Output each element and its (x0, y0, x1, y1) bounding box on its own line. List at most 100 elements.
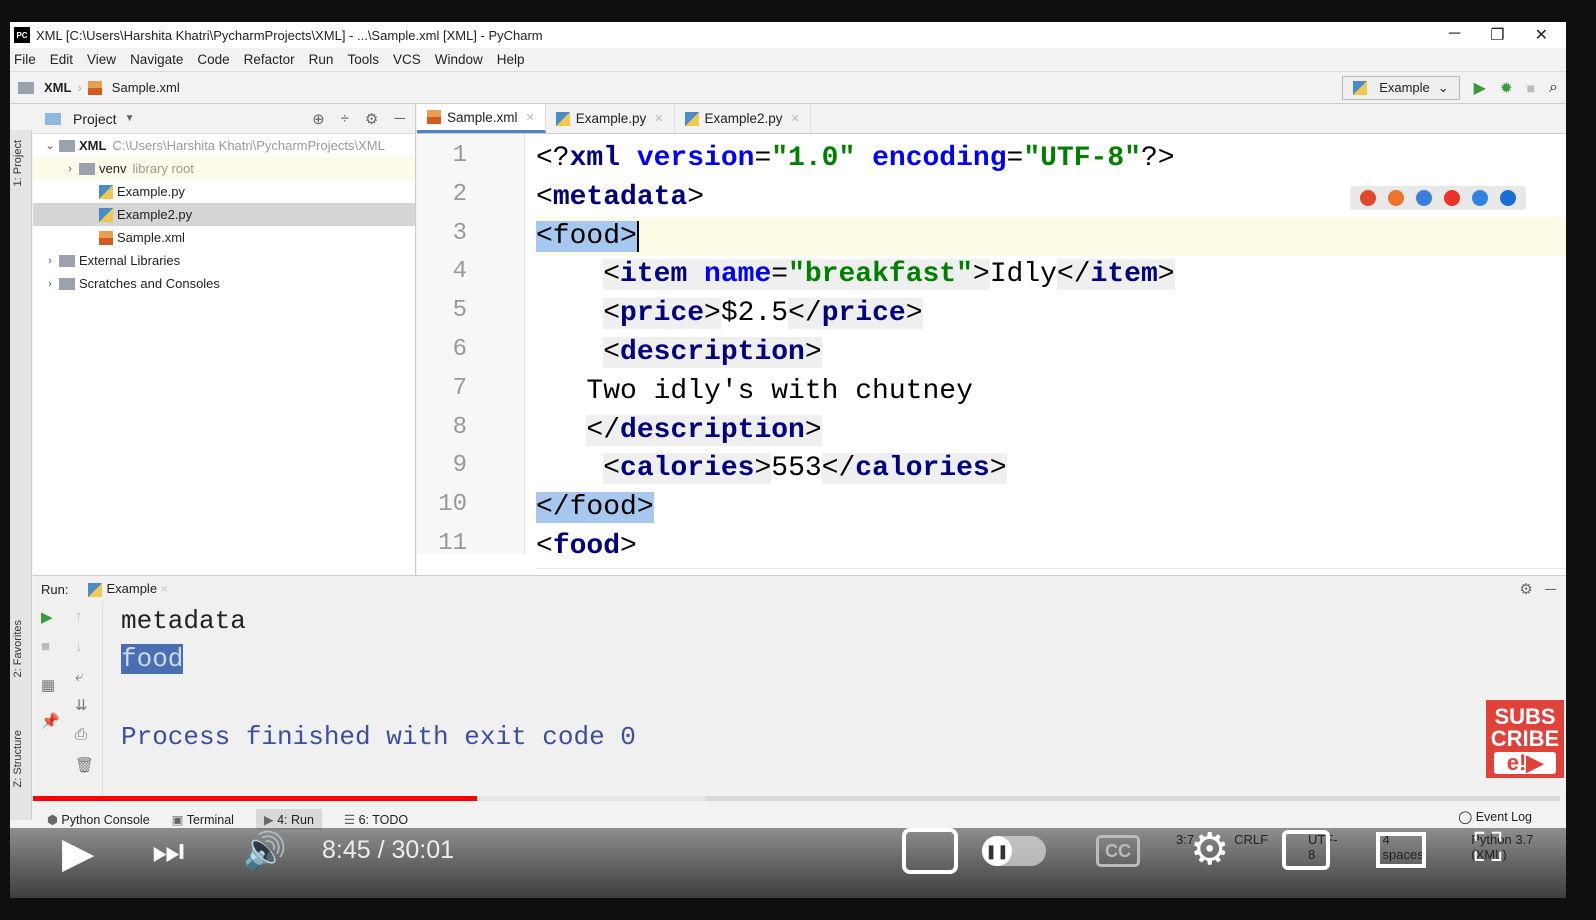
layout-icon[interactable]: ▦ (41, 676, 55, 694)
menu-edit[interactable]: Edit (50, 52, 73, 67)
close-icon[interactable]: ✕ (791, 112, 800, 125)
pycharm-window: PC XML [C:\Users\Harshita Khatri\Pycharm… (10, 22, 1566, 898)
theater-mode-icon[interactable] (1376, 832, 1426, 868)
run-config-select[interactable]: Example ⌄ (1342, 75, 1460, 100)
code-token: < (603, 453, 621, 485)
stop-icon[interactable]: ■ (1527, 80, 1535, 96)
menu-code[interactable]: Code (197, 52, 229, 67)
debug-icon[interactable]: ✹ (1500, 79, 1513, 97)
console-output[interactable]: metadata food Process finished with exit… (121, 602, 636, 756)
gear-icon[interactable]: ⚙ (365, 110, 378, 128)
close-button[interactable]: ✕ (1535, 25, 1548, 45)
side-tab-structure[interactable]: Z: Structure (12, 730, 24, 787)
line-number: 2 (452, 180, 467, 208)
close-icon[interactable]: ✕ (526, 111, 535, 124)
project-panel-title[interactable]: Project (73, 111, 117, 127)
side-tab-project[interactable]: 1: Project (12, 140, 24, 186)
minimize-button[interactable]: ─ (1449, 25, 1460, 45)
folder-icon (79, 162, 95, 175)
expand-arrow-icon[interactable]: ⌄ (41, 139, 59, 152)
nav-project[interactable]: XML (44, 80, 71, 95)
subscribe-watermark[interactable]: SUBS CRIBE e!▶ (1486, 700, 1564, 778)
browser-icon[interactable] (1500, 190, 1516, 206)
close-icon[interactable]: ✕ (654, 112, 663, 125)
browser-icon[interactable] (1360, 190, 1376, 206)
next-icon[interactable]: ⏭ (152, 830, 184, 873)
tree-item[interactable]: › Scratches and Consoles (33, 272, 415, 295)
stop-icon[interactable]: ■ (41, 638, 50, 655)
tab-label: Sample.xml (447, 109, 518, 125)
menu-navigate[interactable]: Navigate (130, 52, 183, 67)
miniplayer-chapters-icon[interactable] (902, 828, 958, 874)
menu-file[interactable]: File (14, 52, 36, 67)
side-tab-favorites[interactable]: 2: Favorites (12, 620, 24, 677)
menu-tools[interactable]: Tools (347, 52, 379, 67)
down-arrow-icon[interactable]: ↓ (75, 638, 83, 655)
code-token: </ (821, 453, 856, 485)
pin-icon[interactable]: 📌 (41, 712, 60, 730)
menu-help[interactable]: Help (497, 52, 525, 67)
code-token: <food> (536, 220, 637, 252)
locate-icon[interactable]: ⊕ (312, 110, 325, 128)
editor: Sample.xml ✕ Example.py ✕ Example2.py ✕ 1 2 3 4 5… (417, 104, 1566, 594)
hide-icon[interactable]: ─ (394, 110, 405, 128)
dropdown-icon[interactable]: ▼ (125, 113, 135, 124)
collapse-icon[interactable]: ÷ (341, 110, 349, 128)
settings-icon[interactable]: ⚙ (1190, 824, 1229, 875)
menu-refactor[interactable]: Refactor (244, 52, 295, 67)
autoplay-toggle[interactable]: ❚❚ (982, 836, 1046, 866)
browser-icon[interactable] (1388, 190, 1404, 206)
event-log-button[interactable]: ◯ Event Log (1458, 809, 1532, 824)
captions-icon[interactable]: CC (1096, 835, 1140, 867)
gear-icon[interactable]: ⚙ ─ (1519, 580, 1566, 598)
tool-list[interactable]: ☰ 6: TODO (344, 812, 408, 827)
code-token: > (704, 298, 721, 330)
nav-file[interactable]: Sample.xml (112, 80, 180, 95)
play-icon[interactable]: ▶ (62, 828, 94, 877)
run-tab[interactable]: Example × (88, 581, 168, 597)
status-line-separator[interactable]: CRLF (1234, 832, 1268, 862)
video-progress-bar[interactable] (33, 796, 1560, 801)
search-icon[interactable]: ⌕ (1549, 79, 1558, 97)
tool-terminal[interactable]: ▣ Terminal (172, 812, 234, 827)
python-file-icon (555, 111, 570, 126)
browser-icon[interactable] (1416, 190, 1432, 206)
tree-item[interactable]: ⌄ XML C:\Users\Harshita Khatri\PycharmProj… (33, 134, 415, 157)
scroll-end-icon[interactable]: ⇊ (75, 696, 88, 714)
volume-icon[interactable]: 🔊 (242, 830, 287, 872)
expand-arrow-icon[interactable]: › (61, 163, 79, 175)
tool-run[interactable]: ▶ 4: Run (255, 808, 322, 830)
tree-item[interactable]: › venv library root (33, 157, 415, 180)
trash-icon[interactable]: 🗑 (75, 756, 94, 774)
browser-icon[interactable] (1444, 190, 1460, 206)
tree-item[interactable]: › External Libraries (33, 249, 415, 272)
tab-example2-py[interactable]: Example2.py ✕ (675, 104, 811, 133)
tab-sample-xml[interactable]: Sample.xml ✕ (417, 104, 546, 133)
expand-arrow-icon[interactable]: › (41, 278, 59, 290)
xml-icon (99, 230, 113, 245)
tab-label: Example.py (575, 111, 647, 126)
menu-view[interactable]: View (87, 52, 116, 67)
expand-arrow-icon[interactable]: › (41, 255, 59, 267)
python-file-icon (684, 111, 699, 126)
tree-item[interactable]: Example2.py (33, 203, 415, 226)
menu-vcs[interactable]: VCS (393, 52, 421, 67)
browser-icon[interactable] (1472, 190, 1488, 206)
close-icon[interactable]: × (161, 581, 169, 596)
tree-item[interactable]: Example.py (33, 180, 415, 203)
run-icon[interactable]: ▶ (1474, 78, 1486, 98)
code-token: item (1090, 259, 1158, 291)
fullscreen-icon[interactable]: ⛶ (1474, 826, 1502, 871)
tab-example-py[interactable]: Example.py ✕ (546, 104, 675, 133)
restore-button[interactable]: ❐ (1490, 25, 1504, 45)
tool-python[interactable]: ⬢ Python Console (47, 812, 150, 827)
tree-item[interactable]: Sample.xml (33, 226, 415, 249)
miniplayer-icon[interactable] (1282, 830, 1330, 870)
up-arrow-icon[interactable]: ↑ (75, 608, 83, 625)
menu-window[interactable]: Window (435, 52, 483, 67)
print-icon[interactable]: ⎙ (75, 726, 87, 743)
wrap-icon[interactable]: ⤶ (75, 668, 83, 685)
menu-run[interactable]: Run (309, 52, 334, 67)
rerun-icon[interactable]: ▶ (41, 608, 53, 626)
